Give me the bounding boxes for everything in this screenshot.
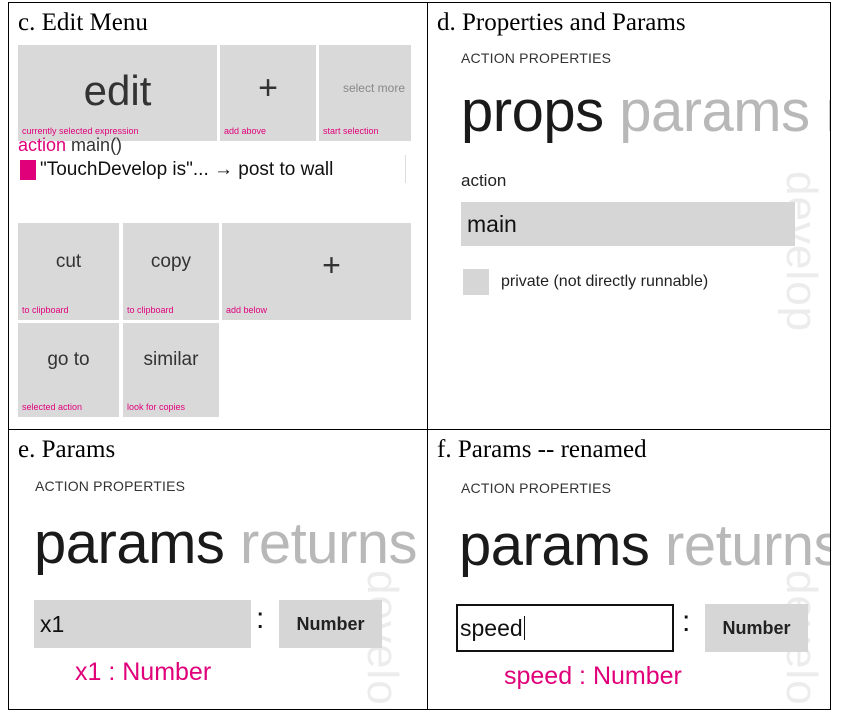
param-name-input[interactable]: x1 <box>34 600 251 648</box>
param-colon: : <box>682 605 691 638</box>
add-below-hint: add below <box>226 305 268 315</box>
code-statement-text: "TouchDevelop is"... → post to wall <box>40 159 334 180</box>
caption-c: c. Edit Menu <box>18 9 148 36</box>
param-signature: x1 : Number <box>75 658 212 686</box>
edit-tile[interactable]: edit currently selected expression <box>18 45 217 141</box>
select-more-tile[interactable]: select more start selection <box>319 45 411 141</box>
add-below-plus-icon: + <box>322 247 341 283</box>
figure-grid: c. Edit Menu edit currently selected exp… <box>8 2 831 710</box>
similar-hint: look for copies <box>127 402 186 412</box>
pivot-header: params returns <box>459 512 830 579</box>
panel-params: e. Params develop ACTION PROPERTIES para… <box>9 430 427 709</box>
edit-label: edit <box>83 67 152 114</box>
pivot-props[interactable]: props <box>461 79 604 144</box>
develop-watermark: develop <box>777 171 826 333</box>
panel-edit-menu: c. Edit Menu edit currently selected exp… <box>9 3 427 429</box>
param-type-button[interactable]: Number <box>279 600 382 648</box>
pivot-params[interactable]: params <box>34 511 225 576</box>
add-above-plus-icon: + <box>258 69 278 107</box>
copy-tile[interactable]: copy to clipboard <box>123 223 219 320</box>
section-subhead: ACTION PROPERTIES <box>35 478 186 494</box>
cut-tile[interactable]: cut to clipboard <box>18 223 119 320</box>
add-above-tile[interactable]: + add above <box>220 45 316 141</box>
param-signature: speed : Number <box>504 662 682 690</box>
param-colon: : <box>256 602 265 635</box>
pivot-params[interactable]: params <box>459 513 650 578</box>
panel-params-renamed: f. Params -- renamed develop ACTION PROP… <box>428 430 830 709</box>
param-name-input[interactable]: speed <box>456 604 674 652</box>
caption-d: d. Properties and Params <box>437 9 686 36</box>
code-statement-line[interactable]: "TouchDevelop is"... → post to wall <box>18 155 406 183</box>
param-type-button[interactable]: Number <box>705 604 808 652</box>
text-caret <box>523 616 525 640</box>
caption-f: f. Params -- renamed <box>437 436 647 463</box>
pivot-overflow[interactable]: r <box>825 79 830 144</box>
cut-hint: to clipboard <box>22 305 69 315</box>
pivot-returns[interactable]: returns <box>665 513 830 578</box>
pivot-params[interactable]: params <box>619 79 810 144</box>
select-more-label: select more <box>342 81 405 95</box>
private-checkbox-label: private (not directly runnable) <box>501 273 709 290</box>
param-name-text: speed <box>460 615 523 641</box>
section-subhead: ACTION PROPERTIES <box>461 50 612 66</box>
select-more-hint: start selection <box>323 126 379 136</box>
pivot-header: props params r <box>461 78 830 145</box>
add-above-hint: add above <box>224 126 267 136</box>
private-checkbox[interactable] <box>463 269 489 295</box>
go-to-label: go to <box>47 349 90 370</box>
copy-label: copy <box>150 251 192 272</box>
action-keyword: action <box>18 135 67 155</box>
action-name-input[interactable]: main <box>461 202 795 246</box>
action-field-label: action <box>461 171 507 190</box>
selection-marker <box>20 160 36 180</box>
similar-tile[interactable]: similar look for copies <box>123 323 219 417</box>
add-below-tile[interactable]: + add below <box>222 223 411 320</box>
code-action-header[interactable]: action main() <box>18 135 122 156</box>
go-to-tile[interactable]: go to selected action <box>18 323 119 417</box>
panel-properties: d. Properties and Params develop ACTION … <box>428 3 830 429</box>
pivot-returns[interactable]: returns <box>240 511 418 576</box>
copy-hint: to clipboard <box>127 305 174 315</box>
similar-label: similar <box>143 349 199 370</box>
go-to-hint: selected action <box>22 402 83 412</box>
cut-label: cut <box>55 251 82 272</box>
pivot-header: params returns <box>34 510 418 577</box>
section-subhead: ACTION PROPERTIES <box>461 480 612 496</box>
action-name-text: main() <box>66 135 123 155</box>
caption-e: e. Params <box>18 436 116 463</box>
